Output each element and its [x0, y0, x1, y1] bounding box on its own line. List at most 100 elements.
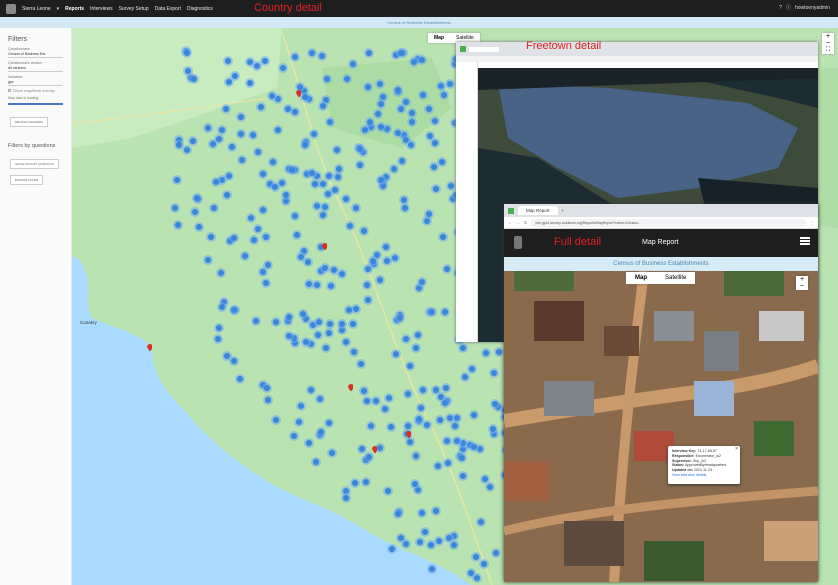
- cluster-marker[interactable]: [272, 318, 279, 325]
- cluster-marker[interactable]: [326, 321, 333, 328]
- cluster-marker[interactable]: [262, 280, 269, 287]
- cluster-marker[interactable]: [382, 405, 389, 412]
- cluster-marker[interactable]: [431, 163, 438, 170]
- help-icon[interactable]: ?: [779, 5, 782, 11]
- full-zoom-in[interactable]: +: [796, 276, 808, 283]
- zoom-in-button[interactable]: +: [822, 33, 834, 40]
- cluster-marker[interactable]: [310, 130, 317, 137]
- cluster-marker[interactable]: [218, 177, 225, 184]
- map-pin-icon[interactable]: [372, 446, 377, 453]
- cluster-marker[interactable]: [259, 269, 266, 276]
- cluster-marker[interactable]: [458, 454, 465, 461]
- cluster-marker[interactable]: [326, 172, 333, 179]
- cluster-marker[interactable]: [397, 105, 404, 112]
- cluster-marker[interactable]: [285, 313, 292, 320]
- cluster-marker[interactable]: [279, 64, 286, 71]
- cluster-marker[interactable]: [397, 314, 404, 321]
- cluster-marker[interactable]: [434, 462, 441, 469]
- nav-interviews[interactable]: Interviews: [90, 6, 113, 12]
- info-icon[interactable]: ⓘ: [786, 4, 791, 11]
- cluster-marker[interactable]: [254, 62, 261, 69]
- cluster-marker[interactable]: [419, 92, 426, 99]
- cluster-marker[interactable]: [338, 320, 345, 327]
- cluster-marker[interactable]: [473, 553, 480, 560]
- map-pin-icon[interactable]: [322, 243, 327, 250]
- cluster-marker[interactable]: [322, 203, 329, 210]
- full-zoom-out[interactable]: −: [796, 283, 808, 290]
- cluster-marker[interactable]: [415, 285, 422, 292]
- full-map-tab[interactable]: Map: [626, 272, 656, 284]
- cluster-marker[interactable]: [491, 400, 498, 407]
- cluster-marker[interactable]: [369, 257, 376, 264]
- map-pin-icon[interactable]: [406, 431, 411, 438]
- cluster-marker[interactable]: [387, 423, 394, 430]
- cluster-marker[interactable]: [268, 92, 275, 99]
- cluster-marker[interactable]: [481, 475, 488, 482]
- cluster-marker[interactable]: [313, 281, 320, 288]
- cluster-marker[interactable]: [476, 446, 483, 453]
- cluster-marker[interactable]: [264, 396, 271, 403]
- cluster-marker[interactable]: [183, 49, 190, 56]
- cluster-marker[interactable]: [406, 438, 413, 445]
- cluster-marker[interactable]: [379, 182, 386, 189]
- cluster-marker[interactable]: [418, 510, 425, 517]
- cluster-marker[interactable]: [314, 331, 321, 338]
- cluster-marker[interactable]: [451, 423, 458, 430]
- cluster-marker[interactable]: [365, 454, 372, 461]
- cluster-marker[interactable]: [356, 162, 363, 169]
- map-pin-icon[interactable]: [296, 90, 301, 97]
- map-pin-icon[interactable]: [147, 344, 152, 351]
- nav-reports[interactable]: Reports: [65, 6, 84, 12]
- cluster-marker[interactable]: [285, 333, 292, 340]
- cluster-marker[interactable]: [394, 511, 401, 518]
- cluster-marker[interactable]: [450, 541, 457, 548]
- expand-filter-button[interactable]: EXPAND FILTER: [10, 175, 44, 185]
- cluster-marker[interactable]: [316, 395, 323, 402]
- cluster-marker[interactable]: [224, 58, 231, 65]
- cluster-marker[interactable]: [241, 252, 248, 259]
- cluster-marker[interactable]: [314, 202, 321, 209]
- cluster-marker[interactable]: [404, 390, 411, 397]
- cluster-marker[interactable]: [237, 130, 244, 137]
- cluster-marker[interactable]: [384, 125, 391, 132]
- cluster-marker[interactable]: [442, 399, 449, 406]
- cluster-marker[interactable]: [427, 541, 434, 548]
- cluster-marker[interactable]: [283, 191, 290, 198]
- full-satellite-tab[interactable]: Satellite: [656, 272, 695, 284]
- cluster-marker[interactable]: [361, 126, 368, 133]
- cluster-marker[interactable]: [462, 373, 469, 380]
- cluster-marker[interactable]: [428, 565, 435, 572]
- cluster-marker[interactable]: [398, 49, 405, 56]
- cluster-marker[interactable]: [173, 176, 180, 183]
- cluster-marker[interactable]: [417, 405, 424, 412]
- nav-survey-setup[interactable]: Survey Setup: [119, 6, 149, 12]
- cluster-marker[interactable]: [376, 276, 383, 283]
- browser-tab-icon[interactable]: [508, 207, 514, 214]
- cluster-marker[interactable]: [356, 146, 363, 153]
- cluster-marker[interactable]: [204, 256, 211, 263]
- cluster-marker[interactable]: [402, 336, 409, 343]
- cluster-marker[interactable]: [190, 75, 197, 82]
- cluster-marker[interactable]: [423, 217, 430, 224]
- browser-tab-map-report[interactable]: Map Report: [518, 206, 558, 215]
- cluster-marker[interactable]: [225, 78, 232, 85]
- cluster-marker[interactable]: [372, 397, 379, 404]
- nav-diagnostics[interactable]: Diagnostics: [187, 6, 213, 12]
- cluster-marker[interactable]: [217, 269, 224, 276]
- view-interview-link[interactable]: View interview details: [672, 473, 736, 478]
- cluster-marker[interactable]: [319, 211, 326, 218]
- cluster-marker[interactable]: [302, 339, 309, 346]
- cluster-marker[interactable]: [482, 349, 489, 356]
- cluster-marker[interactable]: [308, 386, 315, 393]
- cluster-marker[interactable]: [237, 113, 244, 120]
- cluster-marker[interactable]: [477, 519, 484, 526]
- cluster-marker[interactable]: [230, 234, 237, 241]
- cluster-marker[interactable]: [377, 444, 384, 451]
- cluster-marker[interactable]: [184, 67, 191, 74]
- fullscreen-icon[interactable]: ⛶: [822, 47, 834, 54]
- freetown-address-bar[interactable]: [456, 56, 818, 62]
- cluster-marker[interactable]: [385, 487, 392, 494]
- cluster-marker[interactable]: [207, 233, 214, 240]
- cluster-marker[interactable]: [377, 177, 384, 184]
- browser-tab[interactable]: [469, 46, 499, 52]
